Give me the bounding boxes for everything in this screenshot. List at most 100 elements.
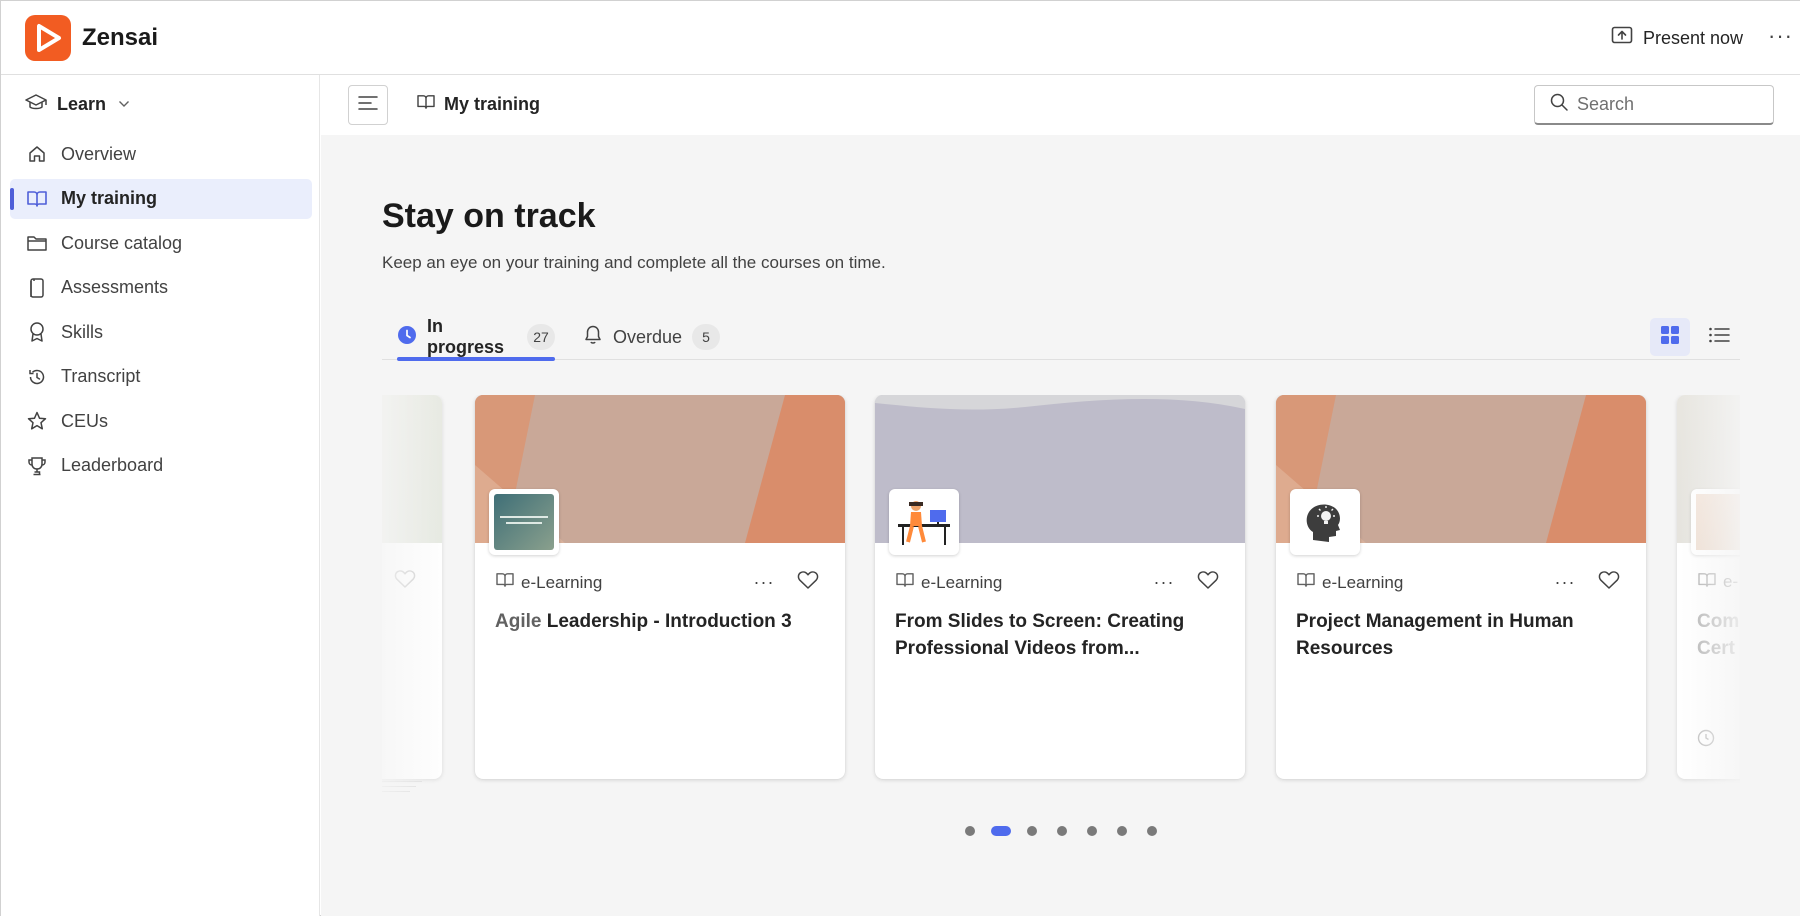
breadcrumb-label: My training (444, 94, 541, 114)
clipboard-icon (26, 277, 48, 299)
book-icon (495, 572, 515, 593)
carousel-pager (965, 826, 1157, 836)
stack-lines-decoration (382, 779, 422, 793)
course-card[interactable]: e-Learning ··· From Slides to Screen: Cr… (875, 395, 1245, 779)
search-box[interactable] (1534, 85, 1774, 125)
tab-label: Overdue (613, 326, 683, 347)
search-input[interactable] (1577, 94, 1757, 115)
sidebar-item-ceus[interactable]: CEUs (10, 401, 312, 441)
search-icon (1549, 92, 1569, 117)
card-more-button[interactable]: ··· (749, 567, 779, 597)
folder-icon (26, 232, 48, 254)
hamburger-icon (358, 95, 378, 116)
graduation-cap-icon (25, 92, 47, 117)
learn-label: Learn (57, 93, 107, 114)
course-thumbnail (1290, 489, 1360, 555)
learn-dropdown[interactable]: Learn (25, 89, 130, 119)
sidebar: Learn Overview My training Course catalo… (1, 75, 320, 916)
page-dot[interactable] (1057, 826, 1067, 836)
heart-icon (797, 570, 819, 595)
sidebar-item-transcript[interactable]: Transcript (10, 357, 312, 397)
course-thumbnail (489, 489, 559, 555)
sidebar-item-label: Skills (61, 321, 104, 342)
history-icon (26, 366, 48, 388)
heart-icon (394, 569, 416, 594)
course-title: Com Cert (1697, 611, 1740, 659)
chevron-down-icon (118, 97, 130, 111)
card-more-button[interactable]: ··· (1149, 567, 1179, 597)
present-now-label: Present now (1642, 27, 1743, 48)
main-content: My training Stay on track Keep an eye on… (321, 75, 1800, 916)
page-dot-active[interactable] (991, 826, 1011, 836)
page-dot[interactable] (1117, 826, 1127, 836)
book-icon (26, 188, 48, 210)
sidebar-item-leaderboard[interactable]: Leaderboard (10, 446, 312, 486)
star-icon (26, 410, 48, 432)
sidebar-item-assessments[interactable]: Assessments (10, 268, 312, 308)
sidebar-item-label: My training (61, 188, 158, 208)
course-title-start: Agile (495, 611, 542, 632)
page-dot[interactable] (1027, 826, 1037, 836)
book-icon (1697, 572, 1717, 593)
course-type: e- (1697, 572, 1738, 593)
course-title-rest: Leadership - Introduction 3 (546, 611, 792, 632)
grid-view-button[interactable] (1650, 318, 1690, 356)
course-title[interactable]: Agile Leadership - Introduction 3 (495, 608, 825, 635)
app-window: Zensai Present now ··· Learn Overview My… (0, 0, 1800, 916)
sidebar-nav: Overview My training Course catalog Asse… (10, 134, 312, 490)
course-card-peek-left[interactable] (382, 395, 442, 779)
tab-in-progress[interactable]: In progress 27 (397, 314, 555, 361)
favorite-button[interactable] (793, 567, 823, 597)
tab-label: In progress (427, 316, 505, 357)
card-more-button[interactable]: ··· (1550, 567, 1580, 597)
clock-icon (1697, 729, 1715, 752)
share-screen-icon (1611, 26, 1633, 51)
more-options-button[interactable]: ··· (1768, 23, 1793, 49)
page-title: Stay on track (382, 197, 596, 235)
course-type-label: e-Learning (921, 572, 1003, 592)
book-icon (895, 572, 915, 593)
page-dot[interactable] (965, 826, 975, 836)
course-title[interactable]: From Slides to Screen: Creating Professi… (895, 608, 1225, 662)
breadcrumb: My training (416, 94, 540, 115)
tab-overdue[interactable]: Overdue 5 (583, 314, 721, 360)
course-card[interactable]: e-Learning ··· Agile Leadership - Introd… (475, 395, 845, 779)
course-title[interactable]: Project Management in Human Resources (1296, 608, 1626, 662)
count-badge: 27 (527, 324, 555, 350)
heart-icon (1598, 570, 1620, 595)
course-type-label: e- (1723, 572, 1739, 591)
collapse-menu-button[interactable] (348, 85, 388, 125)
favorite-button[interactable] (1594, 567, 1624, 597)
present-now-button[interactable]: Present now (1611, 25, 1743, 51)
home-icon (26, 143, 48, 165)
list-view-button[interactable] (1699, 318, 1739, 356)
course-card[interactable]: e-Learning ··· Project Management in Hum… (1276, 395, 1646, 779)
course-type: e-Learning (1296, 572, 1403, 593)
count-badge: 5 (692, 324, 721, 350)
grid-icon (1660, 325, 1680, 350)
heart-icon (1197, 570, 1219, 595)
sidebar-item-my-training[interactable]: My training (10, 178, 312, 219)
trophy-icon (26, 455, 48, 477)
zensai-logo (25, 15, 71, 61)
bell-icon (583, 324, 603, 351)
course-type: e-Learning (895, 572, 1002, 593)
sidebar-item-label: Transcript (61, 366, 141, 386)
favorite-button[interactable] (1193, 567, 1223, 597)
sidebar-item-skills[interactable]: Skills (10, 312, 312, 352)
course-type-label: e-Learning (521, 572, 603, 592)
course-card-peek-right[interactable]: e- Com Cert (1677, 395, 1740, 779)
course-type: e-Learning (495, 572, 602, 593)
sidebar-item-overview[interactable]: Overview (10, 134, 312, 174)
sidebar-item-label: Overview (61, 143, 137, 164)
page-dot[interactable] (1147, 826, 1157, 836)
sidebar-item-label: Leaderboard (61, 455, 164, 475)
sidebar-item-course-catalog[interactable]: Course catalog (10, 223, 312, 263)
sidebar-item-label: Course catalog (61, 232, 183, 253)
page-dot[interactable] (1087, 826, 1097, 836)
top-bar: Zensai Present now ··· (1, 1, 1800, 75)
book-icon (416, 94, 436, 115)
page-subtitle: Keep an eye on your training and complet… (382, 253, 886, 272)
clock-icon (397, 325, 417, 350)
training-tabs: In progress 27 Overdue 5 (382, 314, 1740, 361)
